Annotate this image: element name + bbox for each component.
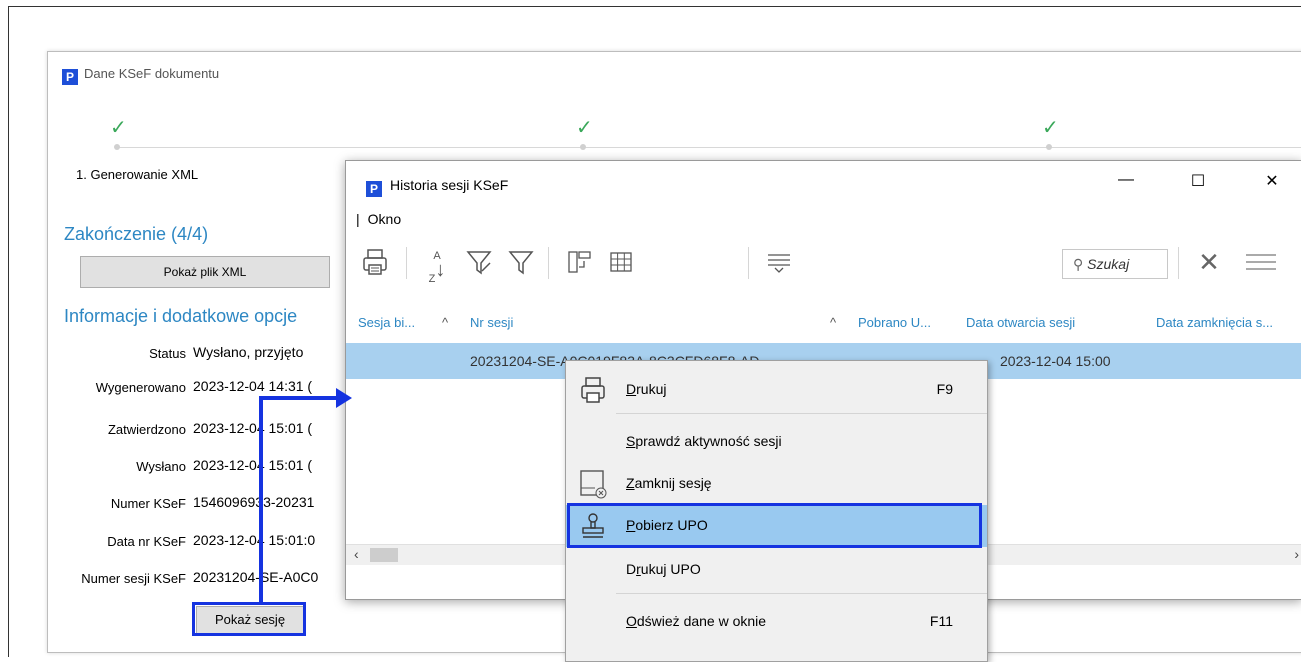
- printer-icon: [578, 375, 608, 405]
- cell-data-otwarcia: 2023-12-04 15:00: [1000, 353, 1111, 369]
- column-header-sesja[interactable]: Sesja bi...: [358, 315, 415, 330]
- step-dot: [580, 144, 586, 150]
- annotation-box-pobierz-upo: [567, 503, 982, 548]
- search-placeholder: Szukaj: [1087, 256, 1130, 272]
- context-menu-item[interactable]: Drukuj F9: [566, 369, 987, 411]
- context-menu-item[interactable]: Sprawdź aktywność sesji: [566, 421, 987, 463]
- shortcut-label: F9: [936, 381, 953, 397]
- annotation-arrow-line: [259, 396, 263, 604]
- section-end-title: Zakończenie (4/4): [64, 224, 209, 244]
- sort-az-icon[interactable]: A Z↓: [422, 247, 452, 285]
- column-header-data-zamkniecia[interactable]: Data zamknięcia s...: [1156, 315, 1273, 330]
- close-session-icon: [578, 469, 608, 499]
- column-header-pobrano[interactable]: Pobrano U...: [858, 315, 931, 330]
- step-1-label: 1. Generowanie XML: [76, 167, 199, 182]
- step-dot: [114, 144, 120, 150]
- context-menu-label: Drukuj UPO: [626, 561, 701, 577]
- grid-icon[interactable]: [606, 247, 636, 277]
- menu-okno[interactable]: Okno: [368, 211, 401, 227]
- field-value: Wysłano, przyjęto: [193, 344, 304, 360]
- annotation-arrow-head: [336, 388, 352, 408]
- check-icon: ✓: [110, 117, 127, 139]
- toolbar-separator: [548, 247, 549, 279]
- menu-separator: [616, 593, 987, 594]
- menu-separator: [616, 413, 987, 414]
- session-window-title: P Historia sesji KSeF: [366, 177, 508, 197]
- field-value: 20231204-SE-A0C0: [193, 569, 319, 585]
- context-menu-label: Sprawdź aktywność sesji: [626, 433, 782, 449]
- show-xml-button[interactable]: Pokaż plik XML: [80, 256, 330, 288]
- context-menu-item[interactable]: Drukuj UPO: [566, 549, 987, 591]
- app-logo-icon: P: [62, 69, 78, 85]
- annotation-arrow-line: [259, 396, 339, 400]
- check-icon: ✓: [1042, 117, 1059, 139]
- scroll-right-icon[interactable]: ›: [1294, 546, 1299, 562]
- context-menu-item[interactable]: Odśwież dane w oknie F11: [566, 601, 987, 643]
- search-icon: ⚲: [1073, 256, 1084, 272]
- shortcut-label: F11: [929, 613, 953, 629]
- field-label: Numer KSeF: [110, 496, 186, 511]
- app-logo-icon: P: [366, 181, 382, 197]
- field-value: 2023-12-04 14:31 (: [193, 378, 313, 394]
- section-info-title: Informacje i dodatkowe opcje: [64, 306, 298, 326]
- field-value: 2023-12-04 15:01 (: [193, 420, 313, 436]
- context-menu-label: Zamknij sesję: [626, 475, 712, 491]
- step-dot: [1046, 144, 1052, 150]
- group-icon[interactable]: [764, 247, 794, 277]
- toolbar-separator: [1178, 247, 1179, 279]
- maximize-button[interactable]: ☐: [1178, 171, 1218, 191]
- menu-bar: | Okno: [356, 211, 401, 227]
- window-title-text: Dane KSeF dokumentu: [84, 66, 220, 81]
- context-menu-item[interactable]: Zamknij sesję: [566, 463, 987, 505]
- window-title: P Dane KSeF dokumentu: [62, 66, 219, 85]
- field-value: 2023-12-04 15:01:0: [193, 532, 316, 548]
- field-label: Wygenerowano: [95, 380, 186, 395]
- columns-icon[interactable]: [564, 247, 594, 277]
- print-icon[interactable]: [360, 247, 390, 277]
- column-header-nr-sesji[interactable]: Nr sesji: [470, 315, 513, 330]
- context-menu: Drukuj F9 Sprawdź aktywność sesji Zamknij s…: [565, 360, 988, 662]
- menu-separator: |: [356, 211, 360, 227]
- field-label: Numer sesji KSeF: [81, 571, 186, 586]
- check-icon: ✓: [576, 117, 593, 139]
- annotation-box-show-session: [192, 602, 306, 636]
- context-menu-label: Drukuj: [626, 381, 667, 397]
- field-label: Wysłano: [136, 459, 186, 474]
- toolbar-separator: [748, 247, 749, 279]
- progress-line: [116, 147, 1301, 148]
- scroll-left-icon[interactable]: ‹: [354, 546, 359, 562]
- field-value: 2023-12-04 15:01 (: [193, 457, 313, 473]
- context-menu-label: Odśwież dane w oknie: [626, 613, 767, 629]
- close-button[interactable]: ✕: [1252, 171, 1292, 191]
- field-label: Zatwierdzono: [107, 422, 186, 437]
- session-window-title-text: Historia sesji KSeF: [390, 177, 509, 193]
- search-input[interactable]: ⚲ Szukaj: [1062, 249, 1168, 279]
- sort-asc-icon: ^: [830, 315, 837, 330]
- hamburger-menu-icon[interactable]: [1244, 247, 1276, 277]
- filter-edit-icon[interactable]: [464, 247, 494, 277]
- toolbar: A Z↓ ⚲ Szukaj ✕: [346, 237, 1301, 287]
- minimize-button[interactable]: —: [1106, 171, 1146, 189]
- clear-icon[interactable]: ✕: [1194, 247, 1224, 277]
- field-label: Data nr KSeF: [107, 534, 186, 549]
- toolbar-separator: [406, 247, 407, 279]
- filter-icon[interactable]: [506, 247, 536, 277]
- field-value: 1546096933-20231: [193, 494, 315, 510]
- scrollbar-thumb[interactable]: [370, 548, 398, 562]
- field-label: Status: [149, 346, 186, 361]
- column-header-data-otwarcia[interactable]: Data otwarcia sesji: [966, 315, 1075, 330]
- sort-asc-icon: ^: [442, 315, 449, 330]
